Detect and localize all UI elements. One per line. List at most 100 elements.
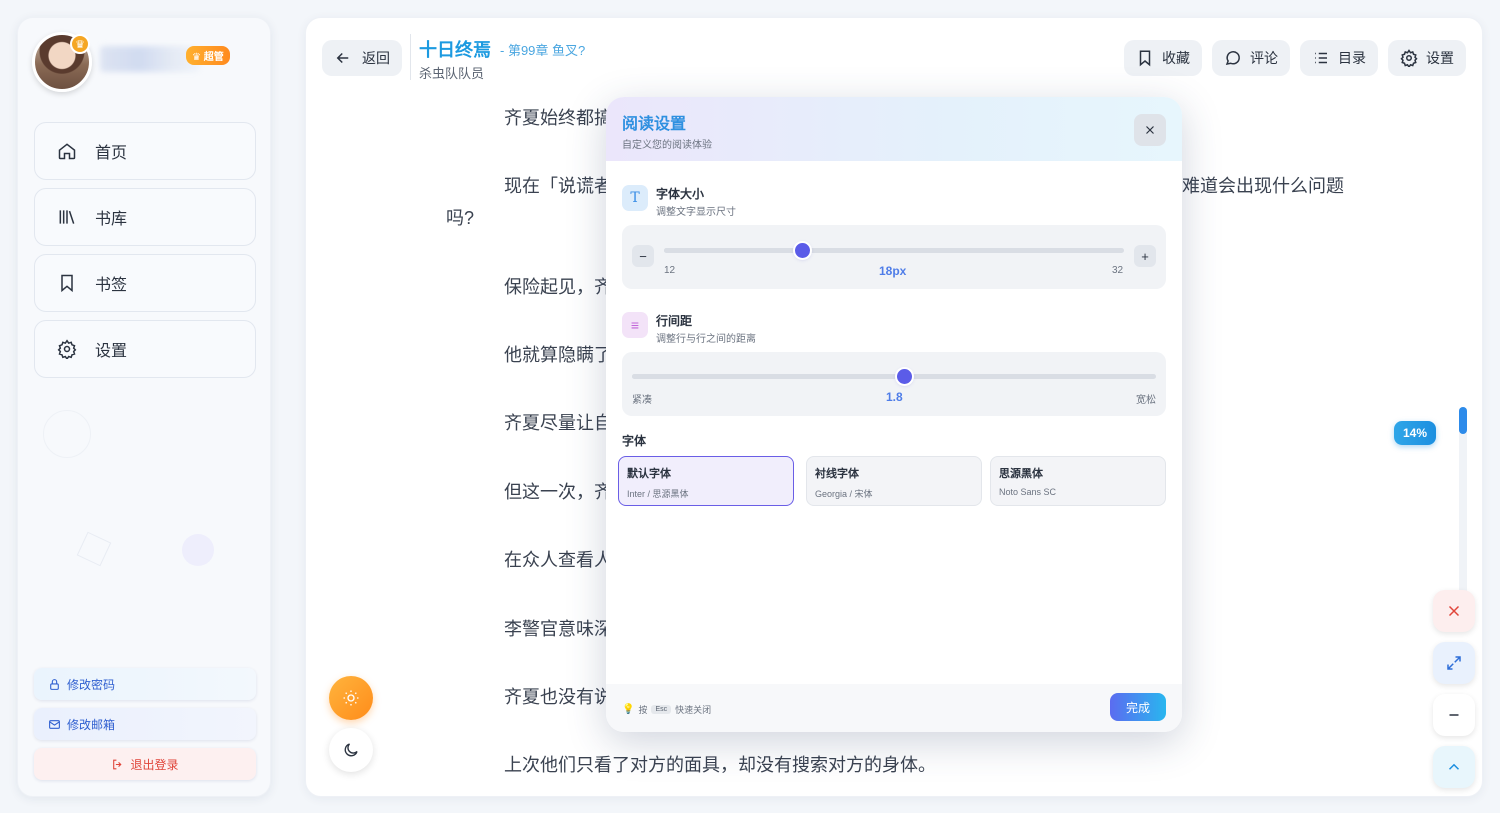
nav-bookmarks-label: 书签 (95, 277, 128, 294)
logout-button[interactable]: 退出登录 (34, 748, 256, 780)
decorative-square (76, 531, 112, 567)
comment-button[interactable]: 评论 (1212, 40, 1290, 76)
nav-library[interactable]: 书库 (34, 188, 256, 246)
scroll-top-button[interactable] (1433, 746, 1475, 788)
hint-suffix: 快速关闭 (675, 705, 712, 715)
paragraph: 他就算隐瞒了 (504, 345, 612, 365)
hint-prefix: 按 (638, 705, 648, 715)
reading-progress-bar[interactable] (1459, 407, 1467, 597)
back-label: 返回 (362, 50, 390, 66)
font-size-min-label: 12 (664, 265, 676, 276)
font-option-desc: Noto Sans SC (999, 487, 1057, 497)
reading-settings-dialog: 阅读设置 自定义您的阅读体验 T 字体大小 调整文字显示尺寸 − + 12 18… (606, 97, 1182, 732)
arrow-left-icon (336, 52, 349, 64)
paragraph: 齐夏也没有说 (504, 687, 612, 707)
nav-bookmarks[interactable]: 书签 (34, 254, 256, 312)
expand-icon (1447, 656, 1461, 670)
logout-icon (113, 759, 123, 769)
esc-key: Esc (651, 705, 672, 714)
decorative-dot (182, 534, 214, 566)
font-size-title: 字体大小 (656, 187, 705, 201)
light-theme-button[interactable] (329, 676, 373, 720)
dialog-footer: 💡 按 Esc 快速关闭 完成 (606, 684, 1182, 732)
toc-label: 目录 (1338, 50, 1366, 66)
change-email-button[interactable]: 修改邮箱 (34, 708, 256, 740)
font-option-name: 思源黑体 (999, 468, 1043, 480)
font-size-slider[interactable] (664, 248, 1124, 253)
font-size-max-label: 32 (1112, 265, 1124, 276)
paragraph: 现在「说谎者 (504, 176, 612, 196)
font-option-serif[interactable]: 衬线字体 Georgia / 宋体 (806, 456, 982, 506)
line-height-max-label: 宽松 (1136, 395, 1156, 406)
close-icon (1146, 126, 1154, 134)
moon-icon (344, 743, 358, 757)
paragraph: 李警官意味深 (504, 619, 612, 639)
fullscreen-button[interactable] (1433, 642, 1475, 684)
font-option-default[interactable]: 默认字体 Inter / 思源黑体 (618, 456, 794, 506)
nav-settings-label: 设置 (95, 343, 128, 360)
font-size-slider-thumb[interactable] (794, 243, 810, 258)
sun-icon (343, 690, 359, 706)
comment-icon (1225, 51, 1240, 66)
back-button[interactable]: 返回 (322, 40, 402, 76)
sidebar: ♛ ♛ 超管 首页 书库 书签 设置 修改密码 修改邮箱 退出登录 (17, 17, 271, 797)
line-height-slider[interactable] (632, 374, 1156, 379)
minus-icon (1449, 714, 1459, 716)
font-option-name: 默认字体 (627, 468, 671, 480)
logout-label: 退出登录 (130, 757, 179, 772)
text-size-icon: T (622, 185, 648, 211)
admin-badge-label: 超管 (203, 52, 224, 63)
settings-label: 设置 (1426, 50, 1454, 66)
nav-home-label: 首页 (95, 145, 128, 162)
dialog-close-button[interactable] (1134, 114, 1166, 146)
font-family-label: 字体 (622, 434, 647, 448)
line-height-control: 紧凑 1.8 宽松 (622, 352, 1166, 416)
font-option-desc: Georgia / 宋体 (815, 489, 873, 499)
book-author: 杀虫队队员 (419, 66, 485, 81)
admin-badge: ♛ 超管 (186, 46, 230, 65)
dialog-title: 阅读设置 (622, 116, 687, 133)
comment-label: 评论 (1250, 50, 1278, 66)
paragraph: 但这一次，齐 (504, 482, 612, 502)
line-height-slider-fill (632, 374, 905, 379)
done-button[interactable]: 完成 (1110, 693, 1166, 721)
bookmark-icon (61, 274, 73, 293)
reader-toolbar: 返回 十日终焉 - 第99章 鱼叉? 杀虫队队员 收藏 评论 目录 设置 (306, 18, 1482, 98)
dark-theme-button[interactable] (329, 728, 373, 772)
chevron-up-icon (1448, 763, 1460, 770)
nav-settings[interactable]: 设置 (34, 320, 256, 378)
font-size-control: − + 12 18px 32 (622, 225, 1166, 289)
toolbar-divider (410, 34, 411, 80)
decorative-circle (43, 410, 91, 458)
font-size-increase-button[interactable]: + (1134, 245, 1156, 267)
blurred-username (100, 46, 200, 72)
font-option-desc: Inter / 思源黑体 (627, 489, 689, 499)
favorite-button[interactable]: 收藏 (1124, 40, 1202, 76)
minimize-button[interactable] (1433, 694, 1475, 736)
nav-library-label: 书库 (95, 211, 128, 228)
font-option-noto-sans[interactable]: 思源黑体 Noto Sans SC (990, 456, 1166, 506)
dialog-subtitle: 自定义您的阅读体验 (622, 140, 712, 151)
font-size-desc: 调整文字显示尺寸 (656, 207, 736, 218)
keyboard-hint: 💡 按 Esc 快速关闭 (622, 703, 711, 716)
change-password-button[interactable]: 修改密码 (34, 668, 256, 700)
line-height-desc: 调整行与行之间的距离 (656, 334, 756, 345)
line-height-slider-thumb[interactable] (896, 369, 912, 384)
change-password-label: 修改密码 (67, 677, 116, 692)
font-size-decrease-button[interactable]: − (632, 245, 654, 267)
paragraph: 吗? (446, 208, 475, 228)
chapter-title: - 第99章 鱼叉? (500, 43, 586, 58)
paragraph: 齐夏尽量让自 (504, 413, 612, 433)
settings-button[interactable]: 设置 (1388, 40, 1466, 76)
home-icon (58, 143, 76, 160)
dialog-header: 阅读设置 自定义您的阅读体验 (606, 97, 1182, 161)
nav-home[interactable]: 首页 (34, 122, 256, 180)
lock-icon (50, 678, 59, 690)
close-icon (1448, 605, 1460, 617)
bookmark-icon (1139, 50, 1151, 67)
mail-icon (49, 719, 60, 729)
favorite-label: 收藏 (1162, 50, 1190, 66)
toc-button[interactable]: 目录 (1300, 40, 1378, 76)
line-height-value: 1.8 (886, 390, 903, 404)
close-reader-button[interactable] (1433, 590, 1475, 632)
